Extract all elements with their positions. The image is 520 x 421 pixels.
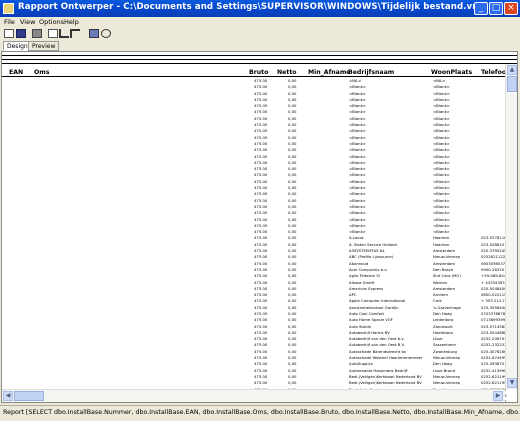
col-telefoon: Telefoo [481,69,507,76]
menu-bar: File View Options Help [0,17,520,27]
relations-icon[interactable] [101,29,111,38]
close-button[interactable]: × [504,2,518,15]
tab-preview[interactable]: Preview [28,41,60,51]
col-bruto: Bruto [249,69,269,76]
scroll-left-button[interactable]: ◀ [3,391,13,401]
title-bar: Rapport Ontwerper - C:\Documents and Set… [0,0,520,17]
header-divider [2,76,507,77]
tab-strip: Design Preview [0,40,520,51]
save-icon[interactable] [16,29,26,38]
menu-view[interactable]: View [20,18,35,26]
menu-help[interactable]: Help [64,18,79,26]
vertical-scroll-thumb[interactable] [507,76,517,92]
print-icon[interactable] [32,29,42,38]
menu-file[interactable]: File [4,18,15,26]
horizontal-scrollbar[interactable]: ◀ ▶ [2,389,505,402]
database-icon[interactable] [89,29,99,38]
status-bar: Report [SELECT dbo.InstallBase.Nummer, d… [0,405,520,421]
page-setup-icon[interactable] [48,29,58,38]
col-woonplaats: WoonPlaats [431,69,473,76]
menu-options[interactable]: Options [39,18,64,26]
col-ean: EAN [9,69,24,76]
minimize-button[interactable]: _ [474,2,488,15]
sort-descending-icon[interactable] [70,29,80,38]
report-band-line [2,61,517,64]
window-title: Rapport Ontwerper - C:\Documents and Set… [18,2,483,12]
scroll-up-button[interactable]: ▲ [507,65,517,75]
report-band [2,55,517,60]
toolbar [0,27,520,40]
col-oms: Oms [34,69,50,76]
new-document-icon[interactable] [4,29,14,38]
col-min-afname: Min_Afname [308,69,351,76]
col-netto: Netto [277,69,297,76]
sort-ascending-icon[interactable] [59,29,69,38]
col-bedrijfsnaam: Bedrijfsnaam [348,69,395,76]
maximize-button[interactable]: □ [489,2,503,15]
vertical-scrollbar[interactable]: ▲ ▼ [505,64,517,389]
report-rows: 475.00 0,00 <NIL> <NIL> 475.00 0,00 <Blank> <Bl… [2,78,512,402]
scroll-down-button[interactable]: ▼ [507,378,517,388]
app-icon [3,3,14,14]
scroll-right-button[interactable]: ▶ [493,391,503,401]
horizontal-scroll-thumb[interactable] [14,391,44,401]
report-panel: EAN Oms Bruto Netto Min_Afname Bedrijfsn… [1,51,518,403]
